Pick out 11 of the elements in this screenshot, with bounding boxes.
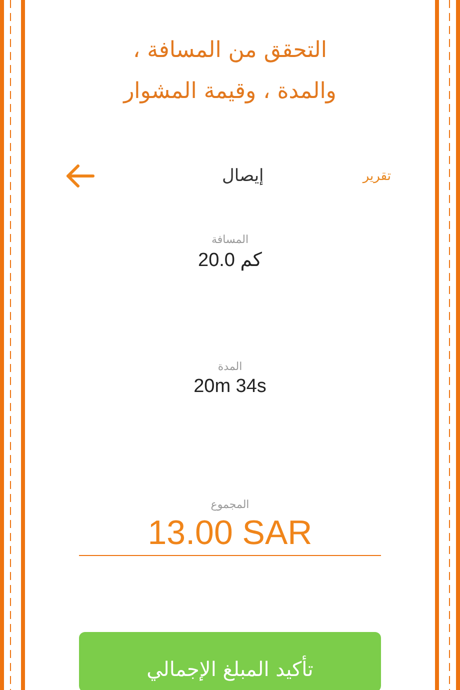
confirm-button[interactable]: تأكيد المبلغ الإجمالي	[79, 632, 381, 690]
report-link[interactable]: تقرير	[362, 168, 391, 184]
back-arrow-icon[interactable]	[65, 164, 95, 188]
total-amount: 13.00 SAR	[79, 514, 381, 556]
page-heading: التحقق من المسافة ، والمدة ، وقيمة المشوار	[122, 37, 338, 106]
field-label: المسافة	[211, 233, 249, 246]
screen-title: إيصال	[222, 166, 264, 186]
field-label: المدة	[218, 360, 242, 373]
field-value: 20m 34s	[194, 376, 266, 398]
field-label: المجموع	[210, 498, 250, 511]
field-value: 20.0 كم	[198, 249, 262, 272]
